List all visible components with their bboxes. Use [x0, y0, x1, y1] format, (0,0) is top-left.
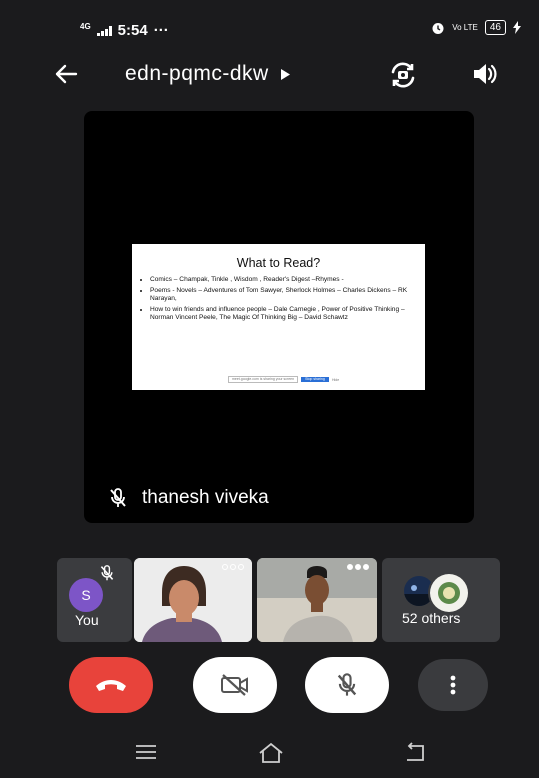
slide-bullets: Comics – Champak, Tinkle , Wisdom , Read… — [132, 276, 425, 322]
alarm-icon — [432, 22, 444, 34]
speaker-button[interactable] — [470, 60, 498, 93]
speaker-name: thanesh viveka — [142, 487, 269, 508]
stop-sharing-button: Stop sharing — [301, 377, 329, 382]
network-type: 4G — [80, 21, 91, 31]
recent-apps-button[interactable] — [134, 742, 158, 767]
clock: 5:54 — [117, 22, 148, 39]
notification-dots: ··· — [153, 22, 169, 39]
status-left: 4G 5:54 ··· — [80, 22, 169, 39]
slide-title: What to Read? — [236, 256, 321, 270]
meeting-code: edn-pqmc-dkw — [125, 62, 269, 85]
home-icon — [259, 742, 283, 763]
system-nav-bar — [0, 730, 539, 778]
slide-bullet: How to win friends and influence people … — [150, 306, 417, 322]
participant-video — [134, 558, 252, 642]
participant-thumbnail — [428, 572, 470, 614]
slide-bullet: Poems - Novels – Adventures of Tom Sawye… — [150, 287, 417, 303]
video-off-icon — [221, 674, 248, 696]
mic-off-icon — [100, 565, 114, 581]
end-call-icon — [96, 680, 126, 691]
share-notice: meet.google.com is sharing your screen — [228, 376, 298, 383]
slide-bullet: Comics – Champak, Tinkle , Wisdom , Read… — [150, 276, 417, 284]
switch-camera-button[interactable] — [388, 60, 418, 95]
home-button[interactable] — [258, 742, 284, 769]
hide-button: Hide — [332, 377, 340, 382]
avatar: S — [69, 578, 103, 612]
mic-off-icon — [110, 488, 126, 507]
back-nav-icon — [407, 742, 424, 761]
others-count: 52 others — [402, 610, 461, 626]
battery-indicator: 46 — [484, 20, 506, 35]
participant-tile[interactable] — [134, 558, 252, 642]
mic-toggle-button[interactable] — [305, 657, 389, 713]
shared-slide: What to Read? Comics – Champak, Tinkle ,… — [132, 244, 425, 390]
speaker-label: thanesh viveka — [108, 487, 269, 509]
meeting-top-bar: edn-pqmc-dkw — [0, 50, 539, 100]
charging-icon — [513, 21, 521, 34]
volte-indicator: Vo LTE — [452, 22, 478, 32]
self-tile[interactable]: S You — [57, 558, 132, 642]
more-options-button[interactable] — [418, 659, 488, 711]
screen-share-bar: meet.google.com is sharing your screen S… — [228, 376, 339, 383]
meeting-title[interactable]: edn-pqmc-dkw — [125, 62, 290, 86]
video-toggle-button[interactable] — [193, 657, 277, 713]
main-video-tile[interactable]: What to Read? Comics – Champak, Tinkle ,… — [84, 111, 474, 523]
status-right: Vo LTE 46 — [431, 20, 521, 35]
self-label: You — [75, 612, 99, 628]
back-nav-button[interactable] — [403, 742, 429, 769]
back-button[interactable] — [52, 60, 80, 93]
self-mic-status — [99, 564, 115, 587]
mic-off-icon — [337, 673, 357, 696]
play-triangle-icon — [280, 68, 290, 80]
end-call-button[interactable] — [69, 657, 153, 713]
more-vertical-icon — [450, 675, 456, 695]
signal-icon — [96, 25, 112, 36]
thumbnail-image — [430, 574, 468, 612]
participant-tile[interactable] — [257, 558, 377, 642]
switch-camera-icon — [391, 62, 415, 88]
speaker-icon — [474, 64, 497, 84]
more-icon[interactable] — [222, 564, 244, 570]
participant-video — [257, 558, 377, 642]
back-arrow-icon — [55, 64, 78, 84]
others-tile[interactable]: 52 others — [382, 558, 500, 642]
more-icon[interactable] — [347, 564, 369, 570]
menu-icon — [136, 745, 156, 759]
